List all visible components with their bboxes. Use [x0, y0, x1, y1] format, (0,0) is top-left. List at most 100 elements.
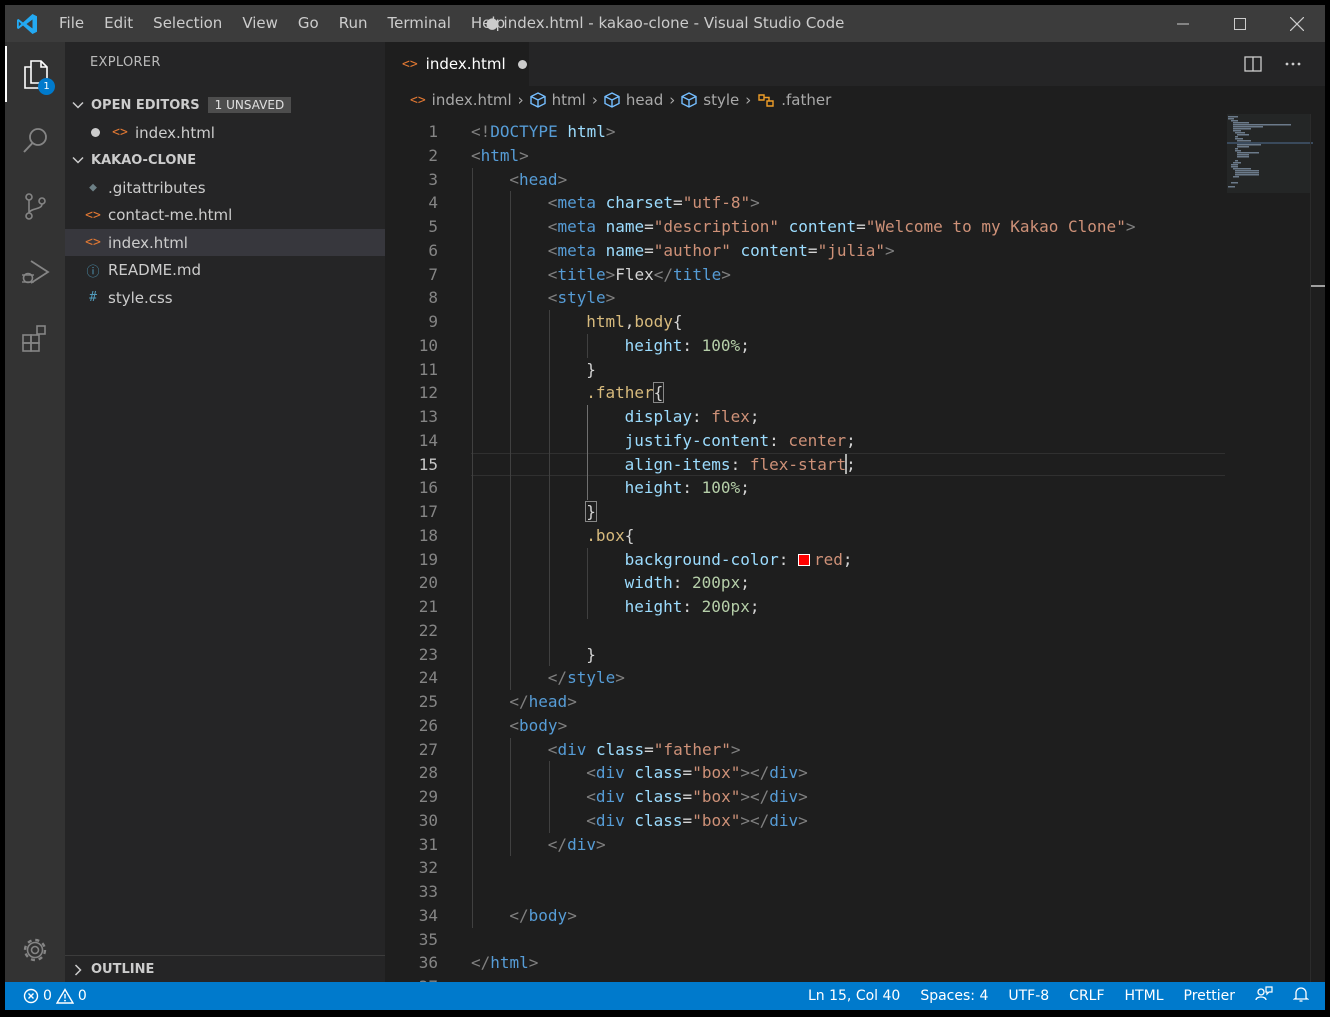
code-token: name [605, 217, 645, 236]
activity-settings[interactable] [5, 922, 65, 978]
formatter[interactable]: Prettier [1184, 988, 1236, 1004]
code-token: ; [749, 407, 760, 426]
line-number: 11 [418, 359, 438, 379]
line-content: <html> [471, 144, 529, 168]
menu-run[interactable]: Run [329, 5, 378, 42]
open-editors-label: OPEN EDITORS [91, 97, 200, 113]
breadcrumb-item[interactable]: html [552, 91, 586, 109]
code-token: height [624, 335, 683, 355]
unsaved-dot-icon[interactable] [91, 128, 100, 137]
element-cube-icon [529, 92, 546, 108]
menu-selection[interactable]: Selection [143, 5, 232, 42]
code-token: meta [557, 217, 596, 236]
line-number: 3 [428, 169, 438, 189]
line-number: 28 [418, 763, 438, 783]
code-token: = [807, 240, 818, 260]
activity-run-debug[interactable] [5, 244, 65, 300]
code-token: div [557, 739, 587, 759]
vscode-logo-icon [17, 14, 37, 34]
code-token: </ [653, 264, 674, 284]
minimize-button[interactable] [1154, 5, 1211, 42]
activity-explorer[interactable]: 1 [5, 46, 65, 102]
tab-index-html[interactable]: <> index.html [385, 42, 529, 86]
code-token: = [682, 810, 693, 830]
code-token: "father" [653, 739, 731, 759]
minimap-preview [1227, 114, 1313, 193]
file-item[interactable]: <> index.html [65, 229, 385, 256]
code-token: > [605, 122, 616, 141]
indentation[interactable]: Spaces: 4 [920, 988, 988, 1004]
language-mode[interactable]: HTML [1125, 988, 1164, 1004]
file-item[interactable]: # style.css [65, 284, 385, 311]
code-token: { [624, 525, 635, 545]
line-number: 36 [418, 953, 438, 973]
sidebar-title: EXPLORER [90, 55, 161, 70]
code-token: Flex [615, 264, 654, 284]
file-name: .gitattributes [108, 178, 206, 197]
folder-header[interactable]: KAKAO-CLONE [65, 147, 385, 173]
code-line: 3 <head> [385, 168, 1225, 192]
split-editor-button[interactable] [1234, 42, 1272, 86]
file-type-icon: <> [85, 207, 101, 223]
code-token: width [624, 573, 673, 593]
line-content: background-color: red; [625, 548, 853, 572]
file-name: contact-me.html [108, 206, 233, 224]
activity-source-control[interactable] [5, 178, 65, 234]
breadcrumb-item[interactable]: .father [781, 91, 831, 109]
vertical-scrollbar[interactable] [1310, 114, 1325, 982]
unsaved-dot-icon[interactable] [517, 59, 527, 69]
menu-view[interactable]: View [232, 5, 288, 42]
breadcrumb-item[interactable]: style [703, 91, 739, 109]
code-token: : [682, 478, 702, 498]
code-token: > [557, 715, 568, 735]
end-of-line[interactable]: CRLF [1069, 988, 1104, 1004]
indent-guide [510, 737, 512, 857]
code-token: < [509, 169, 520, 189]
line-content: <div class="box"></div> [586, 785, 808, 809]
file-item[interactable]: ⓘ README.md [65, 257, 385, 284]
cursor-position[interactable]: Ln 15, Col 40 [808, 988, 900, 1004]
code-editor[interactable]: 1 <!DOCTYPE html> 2 <html> 3 <head> 4 <meta cha… [385, 120, 1225, 996]
chevron-right-icon: › [517, 91, 524, 109]
file-item[interactable]: <> contact-me.html [65, 202, 385, 229]
menu-terminal[interactable]: Terminal [378, 5, 461, 42]
code-token: display [624, 407, 693, 426]
minimap[interactable] [1225, 114, 1313, 982]
feedback-button[interactable] [1255, 986, 1273, 1006]
breadcrumb-item[interactable]: head [626, 91, 663, 109]
outline-header[interactable]: OUTLINE [65, 955, 385, 983]
source-control-icon [25, 193, 46, 220]
code-token: ; [846, 454, 856, 474]
activity-extensions[interactable] [5, 310, 65, 366]
maximize-button[interactable] [1211, 5, 1268, 42]
file-item[interactable]: ◆ .gitattributes [65, 174, 385, 201]
problems-indicator[interactable]: 0 0 [23, 982, 87, 1010]
code-line: 36 </html> [385, 951, 1225, 975]
line-number: 6 [428, 240, 438, 260]
chevron-right-icon: › [745, 91, 752, 109]
line-content: <body> [509, 714, 567, 738]
menu-go[interactable]: Go [288, 5, 329, 42]
indent-guide [472, 167, 473, 928]
activity-search[interactable] [5, 112, 65, 168]
breadcrumb-item[interactable]: index.html [432, 91, 512, 109]
error-icon [23, 988, 39, 1004]
encoding[interactable]: UTF-8 [1008, 988, 1049, 1004]
menu-edit[interactable]: Edit [94, 5, 143, 42]
line-number: 12 [418, 383, 438, 403]
code-token: ; [740, 478, 750, 498]
color-swatch[interactable] [797, 553, 810, 566]
code-line: 2 <html> [385, 144, 1225, 168]
open-editor-item[interactable]: <> index.html [65, 119, 385, 146]
open-editors-header[interactable]: OPEN EDITORS 1 UNSAVED [65, 92, 385, 118]
line-content: <head> [509, 168, 567, 192]
error-count: 0 [43, 988, 52, 1004]
more-actions-button[interactable] [1274, 42, 1312, 86]
notifications-button[interactable] [1292, 986, 1310, 1006]
code-token: > [528, 953, 539, 973]
line-number: 15 [418, 454, 438, 474]
close-button[interactable] [1268, 5, 1325, 42]
indent-guide [548, 310, 550, 667]
menu-file[interactable]: File [49, 5, 94, 42]
